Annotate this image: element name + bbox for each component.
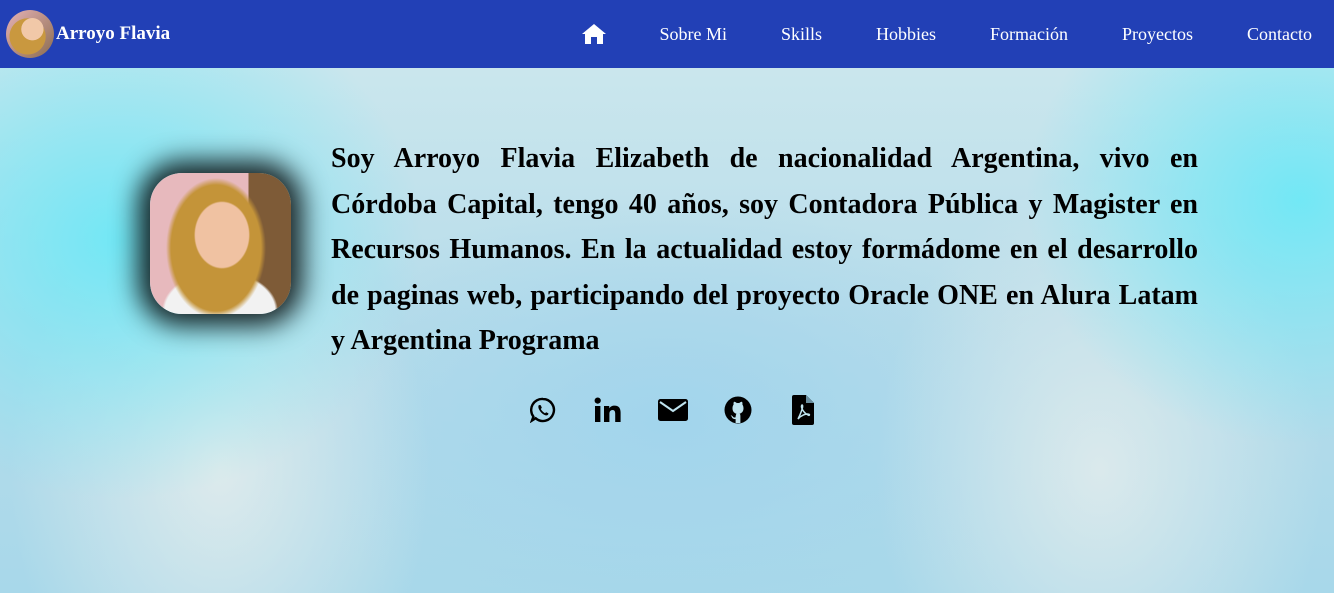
email-icon [658, 399, 688, 421]
nav-link-formacion[interactable]: Formación [963, 0, 1095, 68]
linkedin-icon [594, 397, 621, 422]
cv-pdf-link[interactable] [780, 389, 826, 431]
nav-item-proyectos: Proyectos [1095, 0, 1220, 68]
brand-link[interactable]: Arroyo Flavia [0, 0, 170, 68]
nav-item-sobre-mi: Sobre Mi [632, 0, 754, 68]
nav-link-hobbies[interactable]: Hobbies [849, 0, 963, 68]
nav-home-link[interactable] [557, 0, 632, 68]
nav-link-proyectos[interactable]: Proyectos [1095, 0, 1220, 68]
bio-text: Soy Arroyo Flavia Elizabeth de nacionali… [331, 143, 1198, 356]
nav-item-formacion: Formación [963, 0, 1095, 68]
github-link[interactable] [715, 389, 761, 431]
nav-link-sobre-mi[interactable]: Sobre Mi [632, 0, 754, 68]
pdf-file-icon [792, 395, 814, 425]
brand-name: Arroyo Flavia [56, 23, 171, 44]
nav-link-contacto[interactable]: Contacto [1220, 0, 1334, 68]
home-icon [582, 24, 607, 44]
nav-item-skills: Skills [754, 0, 849, 68]
navbar: Arroyo Flavia Sobre Mi Skills Hobbies Fo… [0, 0, 1334, 68]
social-links [520, 389, 845, 431]
avatar [6, 10, 54, 58]
nav-item-contacto: Contacto [1220, 0, 1334, 68]
whatsapp-icon [530, 397, 556, 423]
nav-link-skills[interactable]: Skills [754, 0, 849, 68]
main-nav: Sobre Mi Skills Hobbies Formación Proyec… [557, 0, 1334, 68]
github-icon [724, 396, 752, 424]
nav-item-home [557, 0, 632, 68]
email-link[interactable] [650, 389, 696, 431]
linkedin-link[interactable] [585, 389, 631, 431]
profile-photo [150, 173, 291, 314]
whatsapp-link[interactable] [520, 389, 566, 431]
nav-item-hobbies: Hobbies [849, 0, 963, 68]
